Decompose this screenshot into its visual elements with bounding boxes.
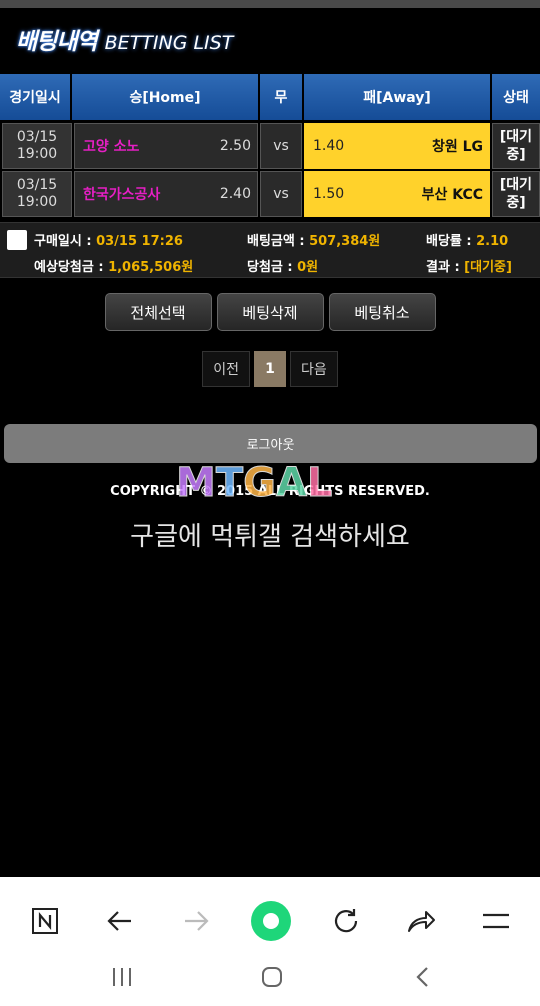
home-pick[interactable]: 한국가스공사 2.40 — [74, 171, 258, 217]
table-row: 03/15 19:00 고양 소노 2.50 vs 1.40 창원 LG [대기… — [0, 123, 540, 169]
status-line-2: 중] — [506, 195, 526, 211]
reload-icon[interactable] — [321, 891, 371, 951]
header-away: 패[Away] — [304, 74, 492, 120]
match-datetime: 03/15 19:00 — [2, 171, 72, 217]
forward-icon[interactable] — [171, 891, 221, 951]
away-pick-selected[interactable]: 1.50 부산 KCC — [304, 171, 490, 217]
rate-value: 2.10 — [476, 234, 509, 249]
status-line-2: 중] — [506, 147, 526, 163]
bet-summary: 구매일시 : 03/15 17:26 배팅금액 : 507,384원 배당률 :… — [0, 222, 540, 278]
status-line-1: [대기 — [499, 177, 533, 193]
header-status: 상태 — [492, 74, 540, 120]
bet-amount: 배팅금액 : 507,384원 — [247, 230, 380, 249]
home-team: 한국가스공사 — [83, 187, 161, 203]
away-team: 창원 LG — [431, 139, 483, 155]
away-odds: 1.50 — [313, 186, 345, 202]
match-date: 03/15 — [16, 177, 58, 193]
title-english: BETTING LIST — [104, 32, 234, 54]
match-time: 19:00 — [16, 146, 58, 162]
home-team: 고양 소노 — [83, 139, 140, 155]
away-team: 부산 KCC — [421, 187, 483, 203]
away-pick-selected[interactable]: 1.40 창원 LG — [304, 123, 490, 169]
status-strip — [0, 0, 540, 8]
header-date: 경기일시 — [0, 74, 72, 120]
result-value: [대기중] — [464, 260, 512, 275]
prev-page-button[interactable]: 이전 — [202, 351, 250, 387]
select-all-button[interactable]: 전체선택 — [104, 293, 212, 331]
back-icon[interactable] — [95, 891, 145, 951]
purchase-value: 03/15 17:26 — [96, 234, 183, 249]
expected-value: 1,065,506원 — [108, 260, 194, 275]
away-odds: 1.40 — [313, 138, 345, 154]
home-circle-icon[interactable] — [246, 891, 296, 951]
home-odds: 2.50 — [219, 138, 251, 154]
home-icon[interactable] — [247, 957, 297, 997]
recent-apps-icon[interactable] — [97, 957, 147, 997]
purchase-label: 구매일시 : — [34, 234, 97, 249]
home-odds: 2.40 — [219, 186, 251, 202]
cancel-bet-button[interactable]: 베팅취소 — [328, 293, 436, 331]
header-home: 승[Home] — [72, 74, 260, 120]
search-tip-caption: 구글에 먹튀갤 검색하세요 — [130, 522, 410, 552]
action-buttons: 전체선택 베팅삭제 베팅취소 — [0, 293, 540, 331]
draw-cell[interactable]: vs — [260, 123, 302, 169]
menu-icon[interactable] — [471, 891, 521, 951]
rate-label: 배당률 : — [426, 234, 477, 249]
table-row: 03/15 19:00 한국가스공사 2.40 vs 1.50 부산 KCC [… — [0, 171, 540, 217]
back-nav-icon[interactable] — [398, 957, 448, 997]
home-pick[interactable]: 고양 소노 2.50 — [74, 123, 258, 169]
amount-label: 배팅금액 : — [247, 234, 310, 249]
browser-bottom-bar — [0, 877, 540, 1006]
win-label: 당첨금 : — [247, 260, 298, 275]
win-amount: 당첨금 : 0원 — [247, 256, 318, 275]
odds-rate: 배당률 : 2.10 — [426, 230, 508, 249]
page-title: 배팅내역 BETTING LIST — [16, 22, 233, 56]
draw-cell[interactable]: vs — [260, 171, 302, 217]
status-badge: [대기중] — [492, 171, 540, 217]
share-icon[interactable] — [396, 891, 446, 951]
next-page-button[interactable]: 다음 — [290, 351, 338, 387]
current-page-button[interactable]: 1 — [254, 351, 286, 387]
purchase-time: 구매일시 : 03/15 17:26 — [34, 230, 183, 249]
table-header: 경기일시 승[Home] 무 패[Away] 상태 — [0, 74, 540, 120]
pagination: 이전 1 다음 — [0, 351, 540, 387]
title-korean: 배팅내역 — [16, 29, 98, 55]
status-badge: [대기중] — [492, 123, 540, 169]
mtgal-watermark-logo: MTGAL — [176, 460, 333, 507]
delete-bet-button[interactable]: 베팅삭제 — [216, 293, 324, 331]
expected-label: 예상당첨금 : — [34, 260, 109, 275]
match-time: 19:00 — [16, 194, 58, 210]
match-date: 03/15 — [16, 129, 58, 145]
amount-value: 507,384원 — [309, 234, 381, 249]
header-draw: 무 — [260, 74, 304, 120]
win-value: 0원 — [297, 260, 319, 275]
result-label: 결과 : — [426, 260, 465, 275]
naver-icon[interactable] — [20, 891, 70, 951]
select-checkbox[interactable] — [7, 230, 27, 250]
bet-result: 결과 : [대기중] — [426, 256, 512, 275]
match-datetime: 03/15 19:00 — [2, 123, 72, 169]
expected-payout: 예상당첨금 : 1,065,506원 — [34, 256, 193, 275]
status-line-1: [대기 — [499, 129, 533, 145]
